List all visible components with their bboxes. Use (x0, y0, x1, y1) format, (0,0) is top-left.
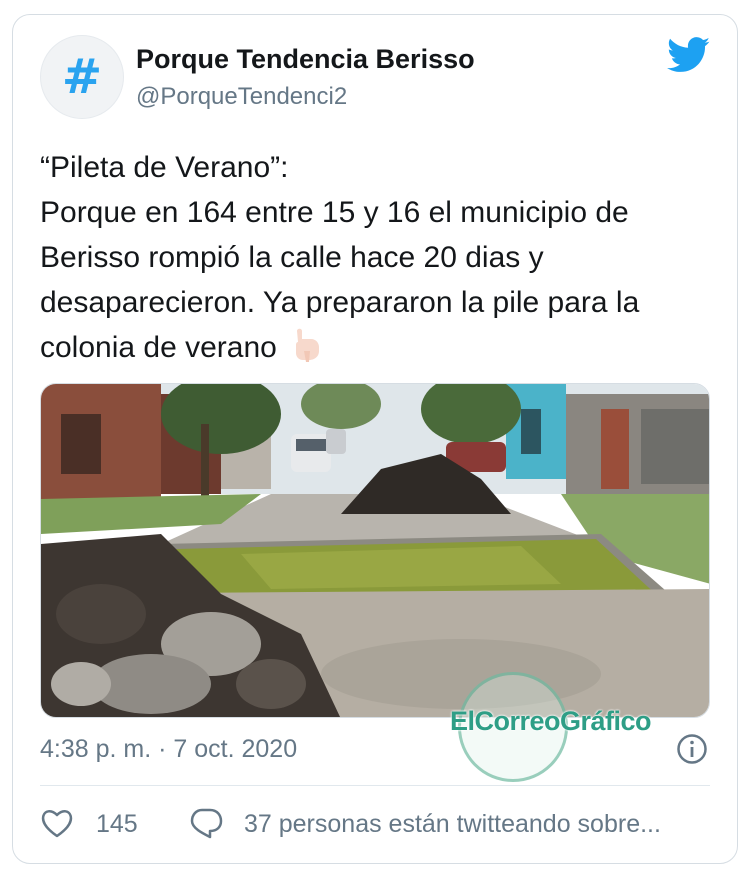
tweet-text-line: colonia de verano (40, 331, 277, 364)
avatar-hash-symbol: # (61, 49, 103, 105)
heart-icon[interactable] (40, 806, 74, 840)
watermark-text: ElCorreoGráfico (450, 706, 652, 736)
tweet-text-line: desaparecieron. Ya prepararon la pile pa… (40, 286, 640, 319)
tweet-photo[interactable] (40, 383, 710, 718)
info-icon[interactable] (676, 733, 708, 765)
like-count[interactable]: 145 (96, 810, 138, 839)
pointing-down-hand-icon (295, 328, 319, 362)
tweet-text-line: Porque en 164 entre 15 y 16 el municipio… (40, 196, 629, 229)
divider (40, 785, 710, 786)
speech-bubble-icon[interactable] (188, 806, 224, 840)
street-pool-photo (41, 384, 709, 717)
tweet-text: “Pileta de Verano”: Porque en 164 entre … (40, 145, 720, 370)
user-handle[interactable]: @PorqueTendenci2 (136, 83, 347, 111)
avatar[interactable]: # (40, 35, 124, 119)
tweet-text-line-last: colonia de verano (40, 325, 720, 370)
display-name[interactable]: Porque Tendencia Berisso (136, 44, 475, 75)
people-tweeting-link[interactable]: 37 personas están twitteando sobre... (244, 810, 661, 839)
twitter-bird-icon[interactable] (667, 37, 711, 73)
tweet-timestamp[interactable]: 4:38 p. m. · 7 oct. 2020 (40, 735, 297, 764)
tweet-text-line: “Pileta de Verano”: (40, 151, 289, 184)
tweet-text-line: Berisso rompió la calle hace 20 dias y (40, 241, 544, 274)
watermark: ElCorreoGráfico (450, 672, 680, 792)
